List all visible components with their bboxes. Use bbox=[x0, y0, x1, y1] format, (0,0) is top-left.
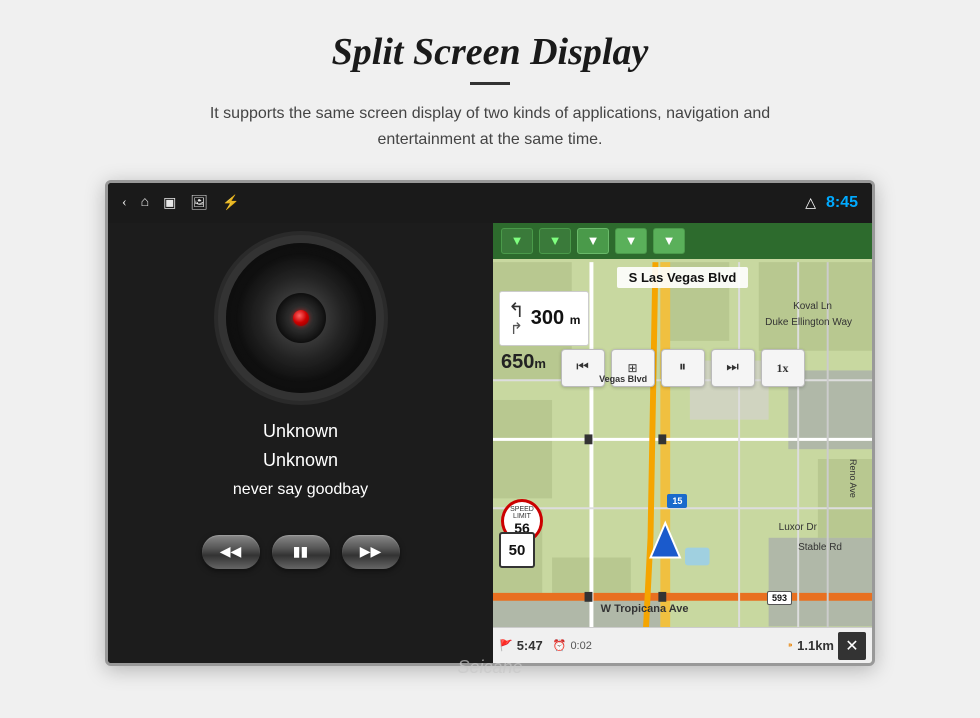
image-icon[interactable]: 🖼 bbox=[190, 195, 208, 212]
nav-remaining-time: 0:02 bbox=[570, 640, 591, 652]
nav-header: ▼ ▼ ▼ ▼ ▼ bbox=[493, 223, 872, 259]
koval-label: Koval Ln bbox=[793, 301, 832, 312]
nav-route-icon: ⁍ bbox=[788, 639, 794, 652]
turn-instruction: ↰ ↱ 300 m bbox=[499, 291, 589, 346]
distance-ahead: 650m bbox=[501, 351, 546, 374]
tropicana-label: W Tropicana Ave bbox=[601, 603, 689, 615]
street-name-banner: S Las Vegas Blvd bbox=[493, 267, 872, 288]
nav-arrow-1[interactable]: ▼ bbox=[501, 228, 533, 254]
music-panel: Unknown Unknown never say goodbay ◀◀ ▮▮ … bbox=[108, 223, 493, 663]
title-divider bbox=[470, 82, 510, 85]
vegas-blvd-map-label: Vegas Blvd bbox=[599, 374, 647, 384]
status-bar: ‹ ⌂ ▣ 🖼 ⚡ △ 8:45 bbox=[108, 183, 872, 223]
usb-icon[interactable]: ⚡ bbox=[222, 195, 239, 212]
i15-badge: 15 bbox=[667, 494, 687, 508]
nav-playback-controls: ⏮ ⊞ ⏸ ⏭ 1x bbox=[493, 349, 872, 387]
next-button[interactable]: ▶▶ bbox=[342, 535, 400, 569]
nav-arrow-5[interactable]: ▼ bbox=[653, 228, 685, 254]
luxor-label: Luxor Dr bbox=[779, 522, 817, 533]
nav-next-btn[interactable]: ⏭ bbox=[711, 349, 755, 387]
notification-icon: △ bbox=[805, 195, 816, 212]
nav-prev-btn[interactable]: ⏮ bbox=[561, 349, 605, 387]
turn-arrows: ↰ ↱ bbox=[508, 298, 525, 339]
nav-eta-time: 5:47 bbox=[517, 638, 543, 653]
reno-ave-label: Reno Ave bbox=[848, 459, 858, 498]
pause-button[interactable]: ▮▮ bbox=[272, 535, 330, 569]
prev-button[interactable]: ◀◀ bbox=[202, 535, 260, 569]
prev-icon: ◀◀ bbox=[220, 544, 242, 561]
rt593-badge: 593 bbox=[767, 591, 792, 605]
song-album: Unknown bbox=[263, 450, 338, 471]
clock-display: 8:45 bbox=[826, 194, 858, 212]
nav-speed-btn[interactable]: 1x bbox=[761, 349, 805, 387]
album-dot bbox=[293, 310, 309, 326]
nav-arrow-3[interactable]: ▼ bbox=[577, 228, 609, 254]
home-icon[interactable]: ⌂ bbox=[141, 195, 149, 211]
album-art bbox=[226, 243, 376, 393]
window-icon[interactable]: ▣ bbox=[163, 195, 176, 212]
nav-close-button[interactable]: ✕ bbox=[838, 632, 866, 660]
song-name: never say goodbay bbox=[233, 481, 368, 499]
street-name: S Las Vegas Blvd bbox=[617, 267, 749, 288]
split-area: Unknown Unknown never say goodbay ◀◀ ▮▮ … bbox=[108, 223, 872, 663]
pause-icon: ▮▮ bbox=[293, 544, 308, 561]
nav-arrow-4[interactable]: ▼ bbox=[615, 228, 647, 254]
nav-arrow-2[interactable]: ▼ bbox=[539, 228, 571, 254]
page-subtitle: It supports the same screen display of t… bbox=[190, 101, 790, 152]
next-icon: ▶▶ bbox=[360, 544, 382, 561]
nav-remaining-dist: 1.1km bbox=[797, 638, 834, 653]
device-frame: ‹ ⌂ ▣ 🖼 ⚡ △ 8:45 Unknown Unknown never s… bbox=[105, 180, 875, 666]
nav-bottom-bar: 🚩 5:47 ⏰ 0:02 ⁍ 1.1km ✕ bbox=[493, 627, 872, 663]
page-title: Split Screen Display bbox=[332, 30, 649, 74]
back-icon[interactable]: ‹ bbox=[122, 195, 127, 211]
nav-panel: ▼ ▼ ▼ ▼ ▼ bbox=[493, 223, 872, 663]
nav-pause-btn[interactable]: ⏸ bbox=[661, 349, 705, 387]
duke-label: Duke Ellington Way bbox=[765, 317, 852, 328]
current-speed-display: 50 bbox=[499, 532, 535, 568]
turn-distance: 300 m bbox=[531, 307, 581, 330]
nav-clock-icon: ⏰ bbox=[553, 639, 567, 652]
map-area: S Las Vegas Blvd ↰ ↱ 300 m 650m bbox=[493, 259, 872, 663]
nav-flag-icon-left: 🚩 bbox=[499, 639, 513, 652]
song-artist: Unknown bbox=[263, 421, 338, 442]
music-controls: ◀◀ ▮▮ ▶▶ bbox=[202, 535, 400, 569]
stable-label: Stable Rd bbox=[798, 542, 842, 553]
